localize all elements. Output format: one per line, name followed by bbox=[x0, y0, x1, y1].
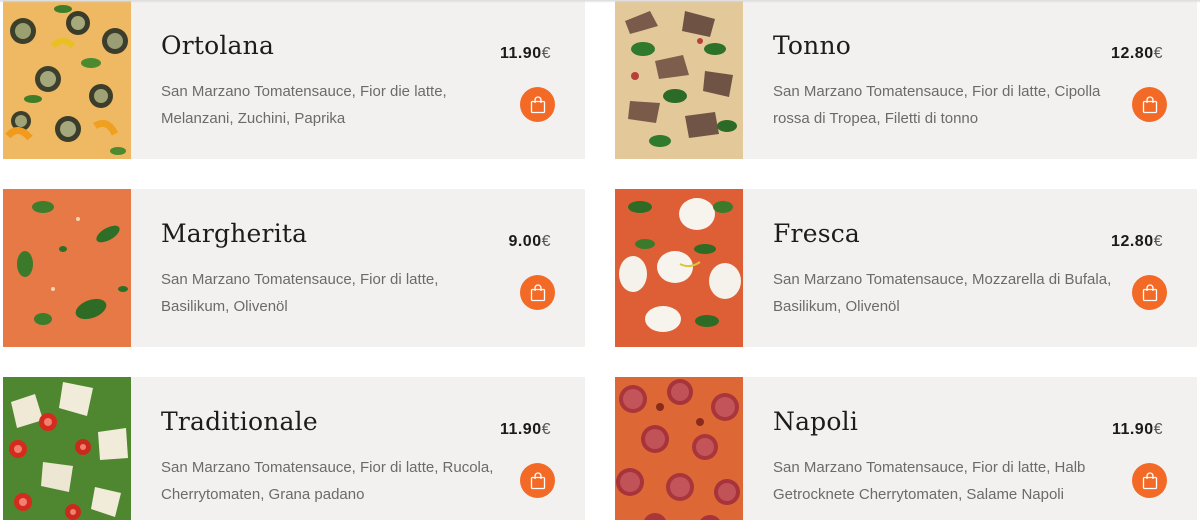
add-to-cart-button[interactable] bbox=[1132, 463, 1167, 498]
price-value: 9.00 bbox=[508, 233, 542, 250]
menu-item-margherita: Margherita San Marzano Tomatensauce, Fio… bbox=[3, 189, 585, 347]
item-name: Fresca bbox=[773, 219, 861, 248]
item-name: Traditionale bbox=[161, 407, 318, 436]
pizza-tonno-photo[interactable] bbox=[615, 1, 743, 159]
item-description: San Marzano Tomatensauce, Fior di latte,… bbox=[773, 459, 1086, 503]
price-currency: € bbox=[1153, 421, 1163, 438]
price-value: 12.80 bbox=[1111, 45, 1154, 62]
item-price: 9.00€ bbox=[508, 233, 551, 251]
menu-item-tonno: Tonno San Marzano Tomatensauce, Fior di … bbox=[615, 1, 1197, 159]
pizza-ortolana-photo[interactable] bbox=[3, 1, 131, 159]
item-description: San Marzano Tomatensauce, Fior di latte,… bbox=[161, 459, 494, 503]
item-price: 11.90€ bbox=[500, 421, 551, 439]
add-to-cart-button[interactable] bbox=[1132, 275, 1167, 310]
shopping-bag-icon bbox=[530, 471, 545, 489]
item-description: San Marzano Tomatensauce, Fior di latte,… bbox=[773, 83, 1101, 127]
item-description: San Marzano Tomatensauce, Mozzarella di … bbox=[773, 271, 1112, 315]
menu-item-traditionale: Traditionale San Marzano Tomatensauce, F… bbox=[3, 377, 585, 520]
add-to-cart-button[interactable] bbox=[520, 275, 555, 310]
item-name: Tonno bbox=[773, 31, 852, 60]
shopping-bag-icon bbox=[1142, 471, 1157, 489]
item-price: 12.80€ bbox=[1111, 233, 1163, 251]
shopping-bag-icon bbox=[530, 95, 545, 113]
pizza-margherita-photo[interactable] bbox=[3, 189, 131, 347]
price-currency: € bbox=[541, 421, 551, 438]
price-value: 11.90 bbox=[1111, 421, 1154, 438]
price-currency: € bbox=[541, 45, 551, 62]
pizza-napoli-photo[interactable] bbox=[615, 377, 743, 520]
price-value: 11.90 bbox=[499, 45, 542, 62]
menu-grid: Ortolana San Marzano Tomatensauce, Fior … bbox=[0, 0, 1200, 520]
item-name: Margherita bbox=[161, 219, 308, 248]
pizza-traditionale-photo[interactable] bbox=[3, 377, 131, 520]
item-price: 11.90€ bbox=[500, 45, 551, 63]
add-to-cart-button[interactable] bbox=[520, 87, 555, 122]
item-description: San Marzano Tomatensauce, Fior die latte… bbox=[161, 83, 447, 127]
shopping-bag-icon bbox=[530, 283, 545, 301]
item-price: 11.90€ bbox=[1112, 421, 1163, 439]
item-price: 12.80€ bbox=[1111, 45, 1163, 63]
price-currency: € bbox=[1153, 45, 1163, 62]
add-to-cart-button[interactable] bbox=[520, 463, 555, 498]
item-name: Napoli bbox=[773, 407, 859, 436]
shopping-bag-icon bbox=[1142, 283, 1157, 301]
price-value: 11.90 bbox=[499, 421, 542, 438]
price-currency: € bbox=[1153, 233, 1163, 250]
add-to-cart-button[interactable] bbox=[1132, 87, 1167, 122]
price-currency: € bbox=[541, 233, 551, 250]
price-value: 12.80 bbox=[1111, 233, 1154, 250]
pizza-fresca-photo[interactable] bbox=[615, 189, 743, 347]
menu-item-ortolana: Ortolana San Marzano Tomatensauce, Fior … bbox=[3, 1, 585, 159]
menu-item-napoli: Napoli San Marzano Tomatensauce, Fior di… bbox=[615, 377, 1197, 520]
shopping-bag-icon bbox=[1142, 95, 1157, 113]
item-name: Ortolana bbox=[161, 31, 275, 60]
item-description: San Marzano Tomatensauce, Fior di latte,… bbox=[161, 271, 439, 315]
menu-item-fresca: Fresca San Marzano Tomatensauce, Mozzare… bbox=[615, 189, 1197, 347]
header-shadow bbox=[0, 0, 1200, 3]
